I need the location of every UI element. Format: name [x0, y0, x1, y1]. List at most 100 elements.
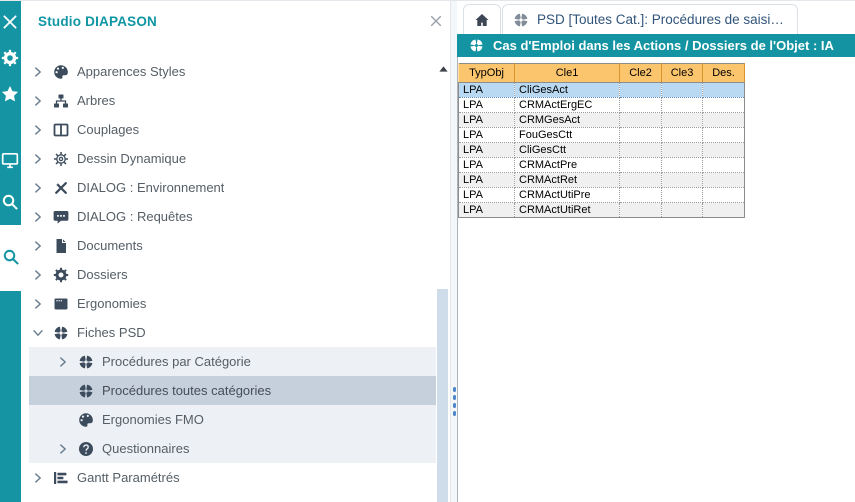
- cluster-icon: [53, 325, 69, 341]
- palette-icon: [78, 412, 94, 428]
- table-row[interactable]: LPACRMGesAct: [459, 113, 745, 128]
- cluster-icon: [513, 12, 529, 28]
- tree-item-questionnaires[interactable]: Questionnaires: [29, 434, 436, 463]
- table-row[interactable]: LPACRMActErgEC: [459, 98, 745, 113]
- table-row[interactable]: LPACRMActUtiRet: [459, 203, 745, 218]
- table-row[interactable]: LPACliGesAct: [459, 83, 745, 98]
- tree-item-gantt-parametres[interactable]: Gantt Paramétrés: [29, 463, 436, 492]
- splitter-grip-dot: [453, 395, 456, 400]
- table-cell: [620, 128, 662, 143]
- table-cell: [620, 113, 662, 128]
- tree-item-ergonomies[interactable]: Ergonomies: [29, 289, 436, 318]
- chevron-right-icon[interactable]: [31, 94, 45, 108]
- table-cell: FouGesCtt: [515, 128, 620, 143]
- search-icon: [2, 248, 20, 266]
- chevron-right-icon[interactable]: [56, 355, 70, 369]
- tree-item-dessin-dynamique[interactable]: Dessin Dynamique: [29, 144, 436, 173]
- table-cell: [620, 143, 662, 158]
- table-cell: LPA: [459, 173, 515, 188]
- search-icon[interactable]: [1, 193, 19, 211]
- rail-active-item[interactable]: [0, 225, 21, 291]
- column-header-cle1[interactable]: Cle1: [515, 64, 620, 83]
- table-cell: [662, 143, 703, 158]
- table-cell: [662, 98, 703, 113]
- table-cell: [662, 173, 703, 188]
- chevron-right-icon[interactable]: [31, 123, 45, 137]
- close-icon[interactable]: [1, 13, 19, 31]
- panel-splitter[interactable]: [450, 1, 457, 502]
- sidebar-scrollbar-thumb[interactable]: [437, 289, 448, 502]
- chevron-right-icon[interactable]: [56, 442, 70, 456]
- column-header-des[interactable]: Des.: [703, 64, 745, 83]
- table-row[interactable]: LPACliGesCtt: [459, 143, 745, 158]
- splitter-grip-dot: [453, 411, 456, 416]
- tree-item-dossiers[interactable]: Dossiers: [29, 260, 436, 289]
- table-row[interactable]: LPACRMActUtiPre: [459, 188, 745, 203]
- tree-item-label: Ergonomies FMO: [102, 412, 204, 427]
- chevron-right-icon[interactable]: [31, 210, 45, 224]
- table-row[interactable]: LPACRMActPre: [459, 158, 745, 173]
- table-cell: [703, 98, 745, 113]
- tree-item-procedures-toutes-categories[interactable]: Procédures toutes catégories: [29, 376, 436, 405]
- star-icon[interactable]: [1, 85, 19, 103]
- close-icon[interactable]: [429, 14, 443, 28]
- table-cell: [620, 98, 662, 113]
- tab-home[interactable]: [463, 4, 501, 34]
- table-cell: [662, 113, 703, 128]
- question-icon: [78, 441, 94, 457]
- tree-item-couplages[interactable]: Couplages: [29, 115, 436, 144]
- tree-item-label: Procédures toutes catégories: [102, 383, 271, 398]
- tree-item-apparences-styles[interactable]: Apparences Styles: [29, 57, 436, 86]
- table-cell: [703, 113, 745, 128]
- tree-item-label: Dessin Dynamique: [77, 151, 186, 166]
- chevron-right-icon[interactable]: [31, 65, 45, 79]
- monitor-icon[interactable]: [1, 151, 19, 169]
- splitter-grip-dot: [453, 387, 456, 392]
- chevron-spacer: [56, 384, 70, 398]
- tree-item-arbres[interactable]: Arbres: [29, 86, 436, 115]
- main-panel: PSD [Toutes Cat.]: Procédures de saisie …: [457, 1, 855, 502]
- tree-item-fiches-psd[interactable]: Fiches PSD: [29, 318, 436, 347]
- gear-icon[interactable]: [1, 49, 19, 67]
- column-header-cle3[interactable]: Cle3: [662, 64, 703, 83]
- tree-item-dialog-environnement[interactable]: DIALOG : Environnement: [29, 173, 436, 202]
- chevron-right-icon[interactable]: [31, 268, 45, 282]
- chevron-right-icon[interactable]: [31, 297, 45, 311]
- table-cell: [620, 158, 662, 173]
- chevron-right-icon[interactable]: [31, 239, 45, 253]
- chevron-right-icon[interactable]: [31, 471, 45, 485]
- tools-icon: [53, 180, 69, 196]
- tree-item-label: DIALOG : Requêtes: [77, 209, 193, 224]
- table-cell: LPA: [459, 83, 515, 98]
- tree-icon: [53, 93, 69, 109]
- tab-psd-document[interactable]: PSD [Toutes Cat.]: Procédures de saisie …: [502, 4, 798, 34]
- table-cell: [620, 83, 662, 98]
- table-cell: CRMGesAct: [515, 113, 620, 128]
- scroll-up-icon[interactable]: [438, 64, 449, 75]
- table-row[interactable]: LPACRMActRet: [459, 173, 745, 188]
- tree-item-label: Gantt Paramétrés: [77, 470, 180, 485]
- column-header-typobj[interactable]: TypObj: [459, 64, 515, 83]
- table-cell: LPA: [459, 98, 515, 113]
- table-cell: [620, 173, 662, 188]
- table-cell: LPA: [459, 203, 515, 218]
- splitter-grip-dot: [453, 403, 456, 408]
- table-cell: [703, 158, 745, 173]
- chevron-right-icon[interactable]: [31, 152, 45, 166]
- tree-item-procedures-par-categorie[interactable]: Procédures par Catégorie: [29, 347, 436, 376]
- table-row[interactable]: LPAFouGesCtt: [459, 128, 745, 143]
- tree-item-label: Fiches PSD: [77, 325, 146, 340]
- column-header-cle2[interactable]: Cle2: [620, 64, 662, 83]
- chevron-down-icon[interactable]: [31, 326, 45, 340]
- sidebar-title: Studio DIAPASON: [38, 14, 157, 29]
- table-cell: LPA: [459, 143, 515, 158]
- table-cell: CRMActUtiRet: [515, 203, 620, 218]
- content-area: TypObjCle1Cle2Cle3Des.LPACliGesActLPACRM…: [457, 57, 855, 502]
- tree-item-documents[interactable]: Documents: [29, 231, 436, 260]
- tree-item-dialog-requetes[interactable]: DIALOG : Requêtes: [29, 202, 436, 231]
- table-cell: LPA: [459, 188, 515, 203]
- table-cell: LPA: [459, 158, 515, 173]
- home-icon: [474, 12, 490, 28]
- chevron-right-icon[interactable]: [31, 181, 45, 195]
- tree-item-ergonomies-fmo[interactable]: Ergonomies FMO: [29, 405, 436, 434]
